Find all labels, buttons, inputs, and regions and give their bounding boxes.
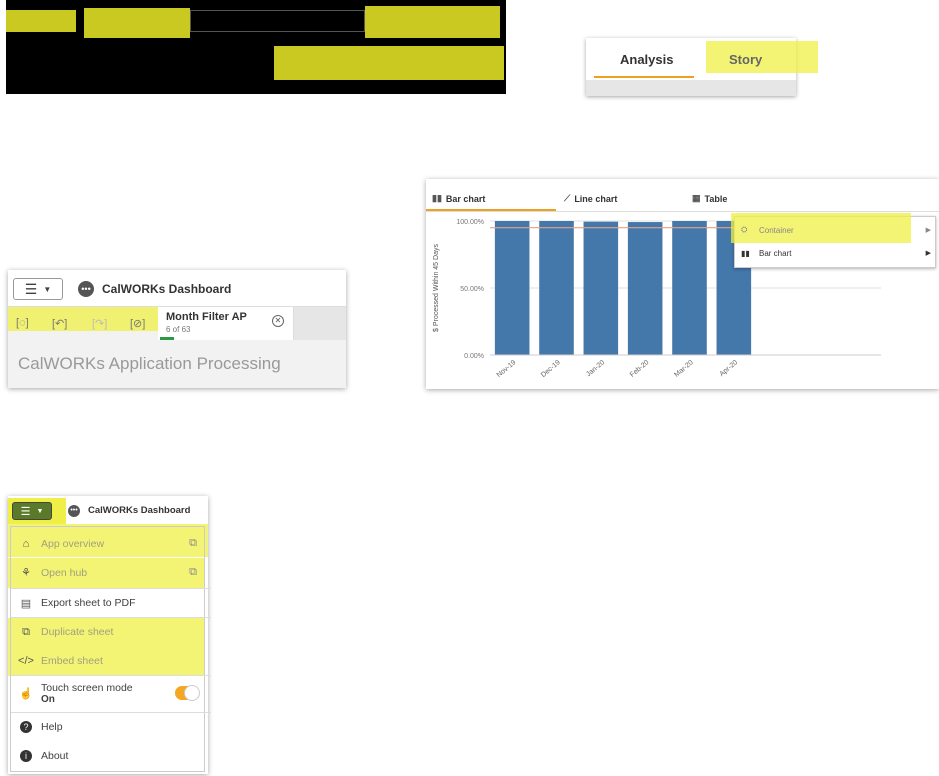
- menu-item-container[interactable]: ⛭ Container ▶: [741, 221, 931, 239]
- chevron-right-icon: ▶: [925, 227, 931, 234]
- mode-tabs: Analysis Story: [586, 38, 818, 96]
- line-chart-icon: ⟋: [564, 193, 571, 203]
- container-icon: ⛭: [741, 225, 748, 234]
- app-header-panel: ☰ ▼ ••• CalWORKs Dashboard [◌] [↶] [↷] […: [8, 270, 346, 388]
- menu-item-touch-screen[interactable]: ☝ Touch screen mode On: [11, 675, 211, 711]
- hamburger-icon: ☰: [20, 505, 31, 518]
- chevron-down-icon: ▼: [36, 507, 44, 515]
- x-tick-label: Dec-19: [540, 359, 562, 379]
- sheet-title: CalWORKs Application Processing: [18, 354, 281, 373]
- table-icon: ▦: [692, 193, 701, 203]
- close-icon[interactable]: ✕: [272, 315, 284, 327]
- app-title: CalWORKs Dashboard: [88, 505, 191, 516]
- home-icon: ⌂: [22, 537, 30, 550]
- divider: [426, 211, 939, 212]
- highlight-mark: [84, 8, 190, 38]
- menu-item-bar-chart[interactable]: ▮▮ Bar chart ▶: [741, 244, 931, 262]
- chart-panel: ▮▮ Bar chart ⟋ Line chart ▦ Table 0.00% 5…: [426, 179, 939, 389]
- menu-item-app-overview[interactable]: ⌂ App overview ⧉: [11, 529, 211, 558]
- context-menu: ⛭ Container ▶ ▮▮ Bar chart ▶: [731, 213, 936, 268]
- info-icon: i: [11, 749, 41, 762]
- hub-icon: ⚘: [21, 567, 31, 579]
- tab-story[interactable]: Story: [729, 52, 762, 67]
- toggle-knob: [184, 685, 200, 701]
- highlight-mark: [274, 46, 504, 80]
- filter-count: 6 of 63: [166, 325, 191, 334]
- dropdown-menu: ⌂ App overview ⧉ ⚘ Open hub ⧉ ▤ Export s…: [10, 526, 211, 772]
- smart-search-icon[interactable]: [◌]: [16, 317, 29, 329]
- printer-icon: ▤: [20, 597, 32, 610]
- bar: [539, 221, 574, 355]
- help-icon: ?: [11, 721, 41, 733]
- x-tick-label: Feb-20: [629, 359, 651, 379]
- app-icon: •••: [68, 505, 80, 517]
- hamburger-icon: ☰: [24, 280, 38, 297]
- code-icon: </>: [18, 654, 34, 667]
- x-tick-label: Jan-20: [585, 359, 606, 378]
- tab-line-chart[interactable]: ⟋ Line chart: [564, 193, 617, 204]
- bar: [583, 221, 619, 355]
- chevron-down-icon: ▼: [43, 284, 52, 294]
- global-menu-panel: ☰ ▼ ••• CalWORKs Dashboard ⌂ App overvie…: [8, 496, 211, 774]
- x-tick-label: Nov-19: [496, 359, 518, 379]
- chevron-right-icon: ▶: [925, 250, 931, 257]
- bar: [494, 221, 530, 355]
- external-link-icon: ⧉: [189, 537, 197, 549]
- duplicate-icon: ⧉: [22, 625, 30, 638]
- global-menu-button[interactable]: ☰ ▼: [13, 278, 63, 300]
- y-tick-label: 100.00%: [456, 219, 484, 226]
- redacted-field: [190, 10, 365, 32]
- step-back-icon[interactable]: [↶]: [52, 317, 67, 330]
- menu-item-export-pdf[interactable]: ▤ Export sheet to PDF: [11, 588, 211, 617]
- menu-item-duplicate-sheet[interactable]: ⧉ Duplicate sheet: [11, 617, 211, 646]
- highlight-mark: [365, 6, 500, 38]
- tab-analysis[interactable]: Analysis: [620, 52, 673, 67]
- redacted-header-bar: [6, 0, 506, 94]
- menu-item-embed-sheet[interactable]: </> Embed sheet: [11, 646, 211, 675]
- x-tick-label: Apr-20: [719, 359, 740, 378]
- bar-chart-icon: ▮▮: [432, 193, 442, 203]
- active-tab-indicator: [594, 76, 694, 78]
- bar: [672, 221, 707, 355]
- filter-title: Month Filter AP: [166, 311, 247, 323]
- menu-item-help[interactable]: ? Help: [11, 712, 211, 741]
- tab-footer: [586, 80, 796, 96]
- highlight-mark: [6, 10, 76, 32]
- bar: [627, 222, 663, 355]
- tab-bar-chart[interactable]: ▮▮ Bar chart: [432, 193, 485, 204]
- external-link-icon: ⧉: [189, 566, 197, 578]
- filter-chip[interactable]: Month Filter AP 6 of 63 ✕: [158, 307, 294, 340]
- x-tick-label: Mar-20: [673, 359, 695, 379]
- filter-bar-empty: [294, 307, 346, 340]
- clear-selections-icon[interactable]: [⊘]: [130, 317, 145, 330]
- menu-item-about[interactable]: i About: [11, 741, 211, 770]
- step-forward-icon[interactable]: [↷]: [92, 317, 107, 330]
- tab-table[interactable]: ▦ Table: [692, 193, 727, 204]
- y-tick-label: 0.00%: [464, 353, 484, 360]
- bar-chart-icon: ▮▮: [741, 248, 750, 258]
- app-icon: •••: [78, 281, 94, 297]
- y-axis-label: $ Processed Within 45 Days: [433, 244, 440, 332]
- y-tick-label: 50.00%: [460, 286, 484, 293]
- global-menu-button[interactable]: ☰ ▼: [12, 502, 52, 520]
- touch-icon: ☝: [19, 688, 33, 700]
- menu-item-open-hub[interactable]: ⚘ Open hub ⧉: [11, 558, 211, 587]
- touch-mode-toggle[interactable]: [175, 685, 200, 701]
- app-title: CalWORKs Dashboard: [102, 282, 232, 296]
